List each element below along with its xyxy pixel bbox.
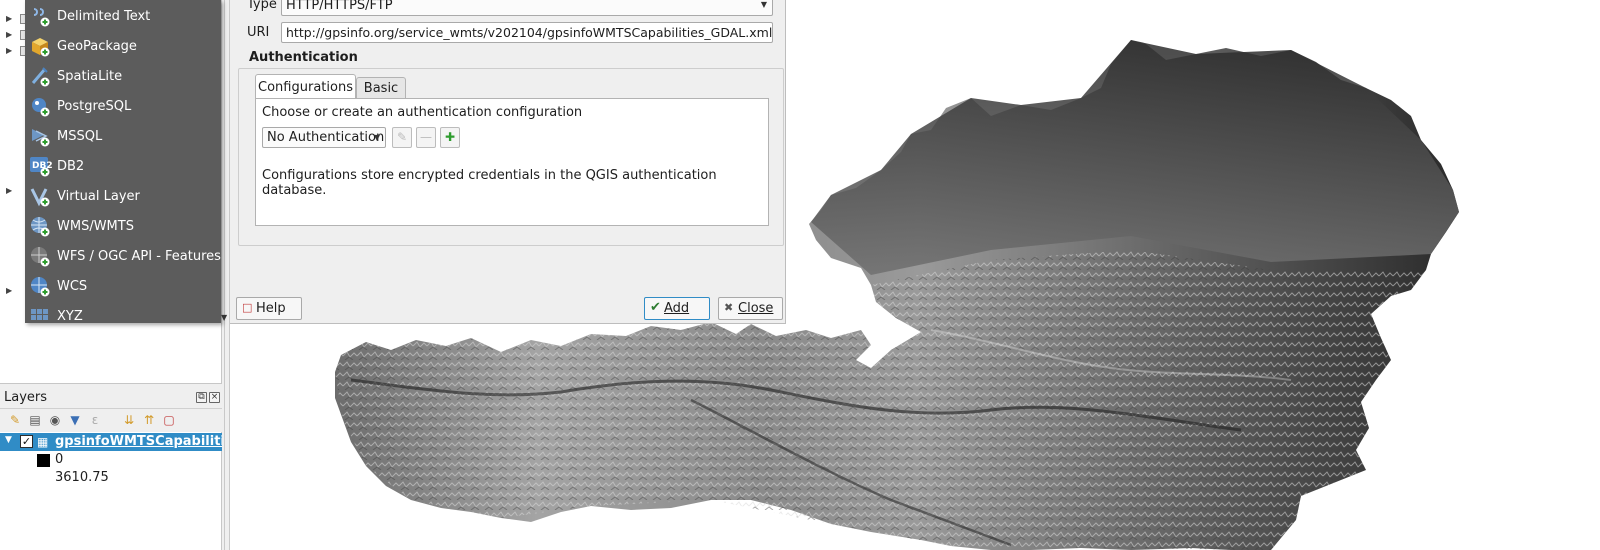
menu-item-geopackage[interactable]: GeoPackage	[25, 31, 221, 61]
menu-item-xyz[interactable]: XYZ	[25, 301, 221, 323]
postgresql-icon	[32, 98, 50, 117]
layers-tree[interactable]: ▼ ✓ ▦ gpsinfoWMTSCapabilities_GDAL 0 361…	[0, 432, 222, 550]
plus-icon: ✚	[444, 130, 456, 144]
float-panel-icon[interactable]: ⧉	[196, 392, 207, 403]
layer-visibility-checkbox[interactable]: ✓	[20, 435, 33, 448]
expand-arrow-icon[interactable]: ▶	[6, 30, 12, 39]
wfs-icon	[31, 247, 50, 267]
add-button[interactable]: ✔ Add	[644, 297, 710, 320]
visibility-eye-icon[interactable]: ◉	[48, 413, 62, 427]
checkmark-icon: ✔	[650, 300, 661, 315]
close-panel-icon[interactable]: ×	[209, 392, 220, 403]
chevron-down-icon: ▼	[373, 133, 380, 142]
remove-layer-icon[interactable]: ▢	[162, 413, 176, 427]
help-button[interactable]: □ Help	[236, 297, 302, 320]
menu-item-db2[interactable]: DB2 DB2	[25, 151, 221, 181]
data-source-menu: Delimited Text GeoPackage SpatiaLite Pos…	[25, 0, 221, 323]
help-icon: □	[242, 301, 253, 314]
choose-config-text: Choose or create an authentication confi…	[262, 105, 583, 120]
menu-item-spatialite[interactable]: SpatiaLite	[25, 61, 221, 91]
add-config-button[interactable]: ✚	[440, 127, 460, 148]
legend-max-value: 3610.75	[55, 470, 109, 485]
expand-arrow-icon[interactable]: ▶	[6, 186, 12, 195]
legend-min-value: 0	[55, 452, 64, 467]
add-group-icon[interactable]: ▤	[28, 413, 42, 427]
tab-basic[interactable]: Basic	[356, 77, 406, 99]
minus-icon: —	[420, 130, 432, 144]
db2-badge-text: DB2	[32, 161, 53, 171]
wms-wmts-icon	[31, 217, 50, 237]
type-label: Type	[247, 0, 277, 12]
delimited-text-icon	[33, 8, 50, 27]
protocol-type-value: HTTP/HTTPS/FTP	[286, 0, 393, 13]
close-button[interactable]: ✖ Close	[718, 297, 783, 320]
auth-config-value: No Authentication	[267, 130, 385, 145]
close-icon: ✖	[724, 301, 734, 314]
spatialite-icon	[31, 67, 50, 87]
edit-config-button[interactable]: ✎	[392, 127, 412, 148]
layers-toolbar: ✎ ▤ ◉ ▼ ε ⇊ ⇈ ▢	[4, 410, 222, 430]
auth-config-select[interactable]: No Authentication ▼	[262, 127, 386, 148]
filter-icon[interactable]: ▼	[68, 413, 82, 427]
protocol-type-select[interactable]: HTTP/HTTPS/FTP ▼	[281, 0, 773, 16]
remove-config-button[interactable]: —	[416, 127, 436, 148]
expand-all-icon[interactable]: ⇊	[122, 413, 136, 427]
configurations-pane: Choose or create an authentication confi…	[255, 98, 769, 226]
chevron-down-icon: ▼	[760, 0, 767, 9]
menu-item-virtual-layer[interactable]: Virtual Layer	[25, 181, 221, 211]
menu-item-postgresql[interactable]: PostgreSQL	[25, 91, 221, 121]
expand-arrow-icon[interactable]: ▶	[6, 286, 12, 295]
menu-item-mssql[interactable]: MSSQL	[25, 121, 221, 151]
legend-color-swatch	[37, 454, 50, 467]
mssql-icon	[32, 129, 50, 147]
menu-item-delimited-text[interactable]: Delimited Text	[25, 1, 221, 31]
menu-item-wfs[interactable]: WFS / OGC API - Features	[25, 241, 221, 271]
pencil-icon: ✎	[396, 130, 408, 144]
style-brush-icon[interactable]: ✎	[8, 413, 22, 427]
tab-configurations[interactable]: Configurations	[255, 74, 356, 99]
uri-value: http://gpsinfo.org/service_wmts/v202104/…	[286, 25, 773, 40]
virtual-layer-icon	[30, 188, 50, 207]
uri-label: URI	[247, 25, 270, 40]
uri-input[interactable]: http://gpsinfo.org/service_wmts/v202104/…	[281, 22, 773, 43]
geopackage-icon	[32, 38, 50, 57]
config-note-text: Configurations store encrypted credentia…	[262, 168, 717, 198]
expand-arrow-icon[interactable]: ▶	[6, 46, 12, 55]
layers-panel-header: Layers ⧉ ×	[0, 387, 222, 409]
authentication-heading: Authentication	[249, 50, 358, 65]
raster-layer-icon: ▦	[37, 435, 49, 449]
filter-expression-icon[interactable]: ε	[88, 413, 102, 427]
layers-panel-title: Layers	[4, 390, 48, 405]
layer-row[interactable]: ▼ ✓ ▦ gpsinfoWMTSCapabilities_GDAL	[0, 433, 222, 451]
menu-item-wcs[interactable]: WCS	[25, 271, 221, 301]
add-raster-dialog: Type HTTP/HTTPS/FTP ▼ URI http://gpsinfo…	[230, 0, 786, 324]
expand-arrow-icon[interactable]: ▶	[6, 14, 12, 23]
wcs-icon	[31, 277, 50, 297]
xyz-icon	[31, 309, 48, 320]
menu-item-wms-wmts[interactable]: WMS/WMTS	[25, 211, 221, 241]
menu-scroll-down-icon[interactable]: ▼	[221, 313, 227, 322]
collapse-arrow-icon[interactable]: ▼	[5, 435, 12, 445]
collapse-all-icon[interactable]: ⇈	[142, 413, 156, 427]
layer-name[interactable]: gpsinfoWMTSCapabilities_GDAL	[55, 434, 222, 449]
